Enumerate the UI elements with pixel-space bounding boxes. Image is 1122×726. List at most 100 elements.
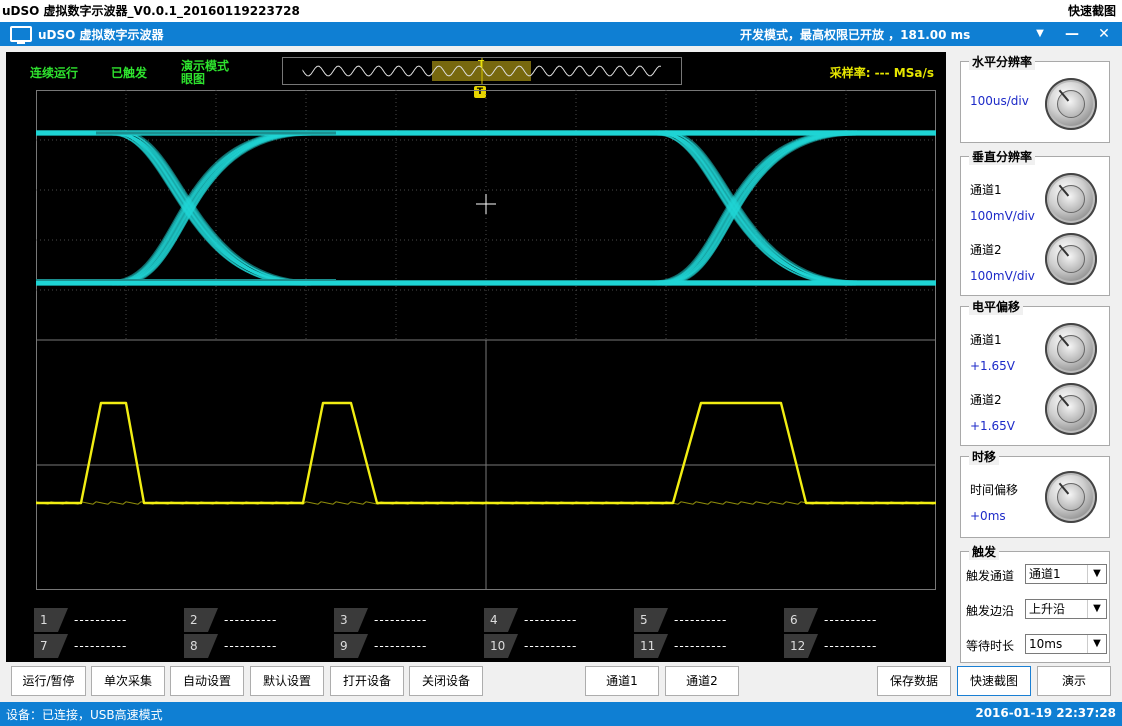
- chevron-down-icon: ▼: [1087, 600, 1106, 618]
- measurement-cell: 12 ----------: [784, 634, 933, 658]
- run-state-label: 连续运行: [30, 66, 79, 80]
- app-status-text: 开发模式，最高权限已开放 ，181.00 ms: [740, 28, 971, 42]
- save-data-button[interactable]: 保存数据: [877, 666, 951, 696]
- measurement-value: ----------: [224, 613, 278, 627]
- wait-time-value: 10ms: [1029, 637, 1063, 651]
- measurement-table: 1 ---------- 2 ---------- 3 ---------- 4 ------…: [34, 608, 931, 658]
- measurement-cell: 10 ----------: [484, 634, 633, 658]
- measurement-cell: 6 ----------: [784, 608, 933, 632]
- measurement-tab-shape: [658, 608, 668, 632]
- overview-svg: T: [302, 58, 662, 84]
- measurement-number: 7: [34, 634, 58, 658]
- measurement-value: ----------: [374, 639, 428, 653]
- demo-button[interactable]: 演示: [1037, 666, 1111, 696]
- auto-setup-button[interactable]: 自动设置: [170, 666, 244, 696]
- single-capture-button[interactable]: 单次采集: [91, 666, 165, 696]
- measurement-number: 8: [184, 634, 208, 658]
- measurement-value: ----------: [74, 613, 128, 627]
- close-button[interactable]: ✕: [1094, 24, 1114, 44]
- measurement-value: ----------: [824, 613, 878, 627]
- level-offset-title: 电平偏移: [969, 298, 1024, 315]
- time-offset-label: 时间偏移: [970, 483, 1019, 497]
- time-shift-group: 时移 时间偏移 +0ms: [960, 448, 1110, 538]
- trigger-edge-select[interactable]: 上升沿 ▼: [1025, 599, 1107, 619]
- run-pause-button[interactable]: 运行/暂停: [11, 666, 86, 696]
- status-datetime: 2016-01-19 22:37:28: [975, 706, 1116, 720]
- overview-trigger-marker: T: [477, 59, 485, 70]
- wait-time-select[interactable]: 10ms ▼: [1025, 634, 1107, 654]
- trigger-state-label: 已触发: [111, 66, 148, 80]
- outer-window-title: uDSO 虚拟数字示波器_V0.0.1_20160119223728: [2, 4, 300, 18]
- open-device-button[interactable]: 打开设备: [330, 666, 404, 696]
- outer-window-titlebar: uDSO 虚拟数字示波器_V0.0.1_20160119223728 快速截图: [0, 0, 1122, 22]
- measurement-tab-shape: [58, 608, 68, 632]
- vertical-ch2-knob[interactable]: [1045, 233, 1097, 285]
- waveform-plot[interactable]: [36, 90, 936, 590]
- offset-ch1-value: +1.65V: [970, 359, 1015, 373]
- vertical-ch1-value: 100mV/div: [970, 209, 1035, 223]
- measurement-cell: 2 ----------: [184, 608, 333, 632]
- measurement-value: ----------: [224, 639, 278, 653]
- app-titlebar: uDSO 虚拟数字示波器 开发模式，最高权限已开放 ，181.00 ms ▼ —…: [0, 22, 1122, 46]
- chevron-down-icon: ▼: [1087, 635, 1106, 653]
- trigger-channel-select[interactable]: 通道1 ▼: [1025, 564, 1107, 584]
- measurement-tab-shape: [508, 608, 518, 632]
- measurement-number: 4: [484, 608, 508, 632]
- measurement-cell: 5 ----------: [634, 608, 783, 632]
- measurement-tab-shape: [208, 634, 218, 658]
- horizontal-resolution-knob[interactable]: [1045, 78, 1097, 130]
- time-offset-knob[interactable]: [1045, 471, 1097, 523]
- default-setup-button[interactable]: 默认设置: [250, 666, 324, 696]
- level-offset-group: 电平偏移 通道1 +1.65V 通道2 +1.65V: [960, 298, 1110, 446]
- quick-capture-link[interactable]: 快速截图: [1068, 2, 1116, 19]
- measurement-tab-shape: [358, 608, 368, 632]
- measurement-value: ----------: [674, 613, 728, 627]
- measurement-number: 5: [634, 608, 658, 632]
- channel2-button[interactable]: 通道2: [665, 666, 739, 696]
- offset-ch1-label: 通道1: [970, 333, 1002, 347]
- offset-ch2-label: 通道2: [970, 393, 1002, 407]
- sample-rate-label: 采样率: --- MSa/s: [829, 66, 934, 80]
- vertical-ch2-label: 通道2: [970, 243, 1002, 257]
- trigger-title: 触发: [969, 543, 1000, 560]
- time-shift-title: 时移: [969, 448, 1000, 465]
- menu-dropdown-icon[interactable]: ▼: [1030, 24, 1050, 44]
- vertical-ch1-knob[interactable]: [1045, 173, 1097, 225]
- measurement-tab-shape: [208, 608, 218, 632]
- measurement-cell: 7 ----------: [34, 634, 183, 658]
- trigger-channel-value: 通道1: [1029, 567, 1061, 581]
- measurement-tab-shape: [658, 634, 668, 658]
- quick-screenshot-button[interactable]: 快速截图: [957, 666, 1031, 696]
- vertical-ch1-label: 通道1: [970, 183, 1002, 197]
- vertical-resolution-title: 垂直分辨率: [969, 148, 1036, 165]
- measurement-value: ----------: [524, 639, 578, 653]
- measurement-cell: 1 ----------: [34, 608, 183, 632]
- monitor-icon: [10, 26, 32, 44]
- plot-grid: [36, 90, 936, 590]
- oscilloscope-screen: 连续运行 已触发 演示模式 眼图 T T 采样率: --- MSa/s 1 ---…: [6, 52, 946, 662]
- measurement-tab-shape: [808, 634, 818, 658]
- trigger-group: 触发 触发通道 通道1 ▼ 触发边沿 上升沿 ▼ 等待时长 10ms ▼: [960, 543, 1110, 663]
- measurement-number: 3: [334, 608, 358, 632]
- measurement-tab-shape: [58, 634, 68, 658]
- trigger-channel-label: 触发通道: [966, 569, 1015, 583]
- measurement-value: ----------: [374, 613, 428, 627]
- offset-ch2-knob[interactable]: [1045, 383, 1097, 435]
- measurement-tab-shape: [358, 634, 368, 658]
- trigger-edge-label: 触发边沿: [966, 604, 1015, 618]
- measurement-value: ----------: [824, 639, 878, 653]
- measurement-number: 6: [784, 608, 808, 632]
- mode-sub-label: 眼图: [181, 72, 206, 86]
- measurement-tab-shape: [808, 608, 818, 632]
- measurement-cell: 4 ----------: [484, 608, 633, 632]
- channel1-button[interactable]: 通道1: [585, 666, 659, 696]
- horizontal-resolution-title: 水平分辨率: [969, 53, 1036, 70]
- close-device-button[interactable]: 关闭设备: [409, 666, 483, 696]
- waveform-overview[interactable]: T: [282, 57, 682, 85]
- measurement-cell: 11 ----------: [634, 634, 783, 658]
- chevron-down-icon: ▼: [1087, 565, 1106, 583]
- minimize-button[interactable]: —: [1062, 24, 1082, 44]
- measurement-value: ----------: [674, 639, 728, 653]
- offset-ch1-knob[interactable]: [1045, 323, 1097, 375]
- measurement-cell: 3 ----------: [334, 608, 483, 632]
